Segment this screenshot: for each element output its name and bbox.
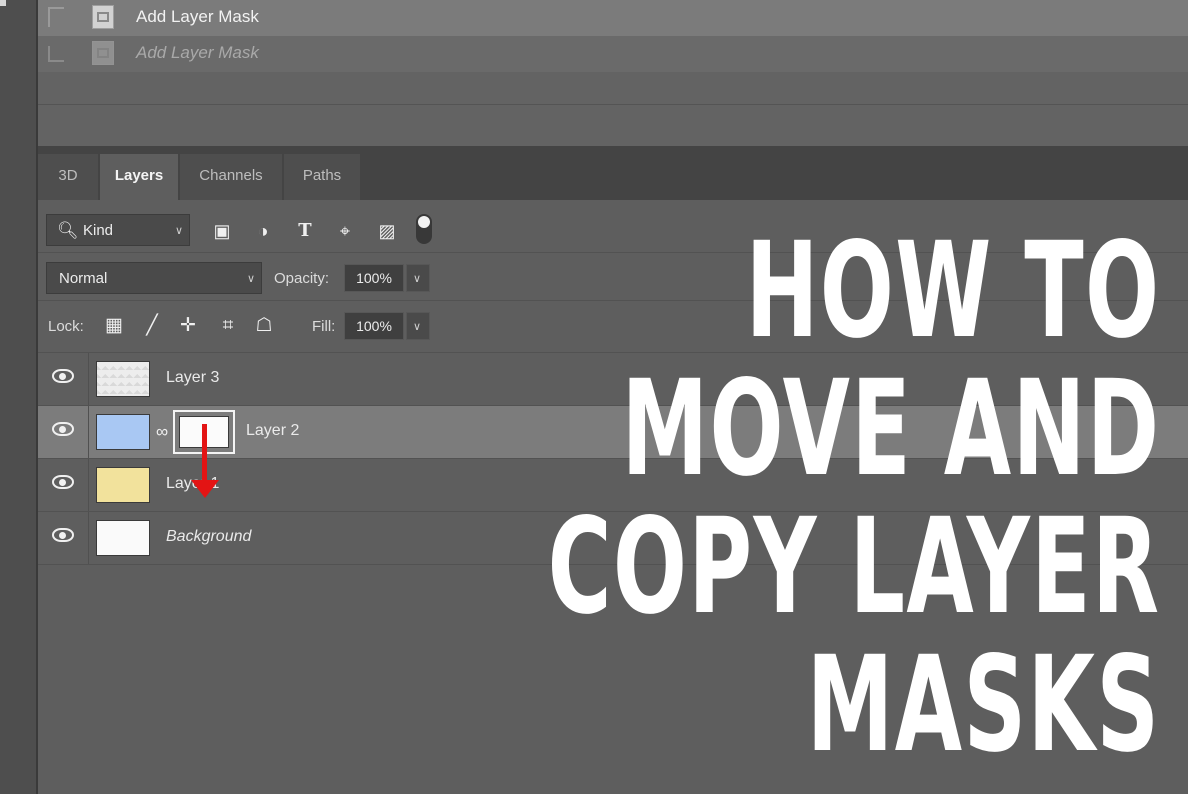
chain-link-icon[interactable]: ∞ bbox=[156, 422, 168, 442]
history-state-icon bbox=[92, 41, 114, 65]
layer-thumbnail[interactable] bbox=[96, 467, 150, 503]
layer-filter-kind-select[interactable]: 🔍︎ Kind ∨ bbox=[46, 214, 190, 246]
red-arrow-shaft bbox=[202, 424, 207, 484]
column-divider bbox=[88, 512, 89, 564]
eye-icon[interactable] bbox=[52, 422, 74, 436]
lock-image-pixels-icon[interactable]: ╱ bbox=[140, 314, 164, 338]
red-arrow-head bbox=[191, 480, 219, 498]
tools-panel-edge bbox=[0, 0, 38, 794]
filter-kind-label: Kind bbox=[83, 222, 114, 239]
chevron-down-icon: ∨ bbox=[175, 225, 184, 237]
eye-icon[interactable] bbox=[52, 528, 74, 542]
headline-line: HOW TO bbox=[745, 214, 1160, 368]
eye-icon[interactable] bbox=[52, 369, 74, 383]
history-item-active[interactable]: Add Layer Mask bbox=[38, 0, 1188, 36]
column-divider bbox=[88, 459, 89, 511]
history-checkbox[interactable] bbox=[48, 7, 64, 27]
headline-line: MOVE AND bbox=[621, 352, 1160, 506]
headline-overlay: HOW TO MOVE AND COPY LAYER MASKS bbox=[232, 222, 1160, 774]
blend-mode-select[interactable]: Normal ∨ bbox=[46, 262, 262, 294]
history-checkbox[interactable] bbox=[48, 46, 64, 62]
lock-position-icon[interactable]: ✛ bbox=[176, 314, 200, 338]
column-divider bbox=[88, 353, 89, 405]
blend-mode-value: Normal bbox=[59, 270, 108, 287]
history-panel: Add Layer Mask Add Layer Mask bbox=[38, 0, 1188, 146]
headline-line: MASKS bbox=[806, 628, 1160, 782]
tab-layers[interactable]: Layers bbox=[100, 154, 178, 200]
eye-icon[interactable] bbox=[52, 475, 74, 489]
lock-transparent-pixels-icon[interactable]: ▦ bbox=[102, 314, 126, 338]
history-item-label: Add Layer Mask bbox=[136, 7, 259, 26]
history-divider bbox=[38, 104, 1188, 105]
panel-tab-bar: 3D Layers Channels Paths bbox=[38, 146, 1188, 200]
layer-thumbnail[interactable] bbox=[96, 361, 150, 397]
history-state-icon bbox=[92, 5, 114, 29]
panel-corner bbox=[0, 0, 6, 6]
tab-channels[interactable]: Channels bbox=[180, 154, 282, 200]
column-divider bbox=[88, 406, 89, 458]
headline-line: COPY LAYER bbox=[547, 490, 1160, 644]
lock-label: Lock: bbox=[48, 318, 84, 335]
search-icon: 🔍︎ bbox=[57, 221, 79, 240]
image-filter-icon[interactable]: ▣ bbox=[211, 220, 233, 242]
layer-name[interactable]: Layer 3 bbox=[166, 369, 219, 387]
history-item-dimmed[interactable]: Add Layer Mask bbox=[38, 36, 1188, 72]
layer-thumbnail[interactable] bbox=[96, 414, 150, 450]
tab-paths[interactable]: Paths bbox=[284, 154, 360, 200]
history-item-label: Add Layer Mask bbox=[136, 43, 259, 62]
tab-3d[interactable]: 3D bbox=[38, 154, 98, 200]
layer-thumbnail[interactable] bbox=[96, 520, 150, 556]
